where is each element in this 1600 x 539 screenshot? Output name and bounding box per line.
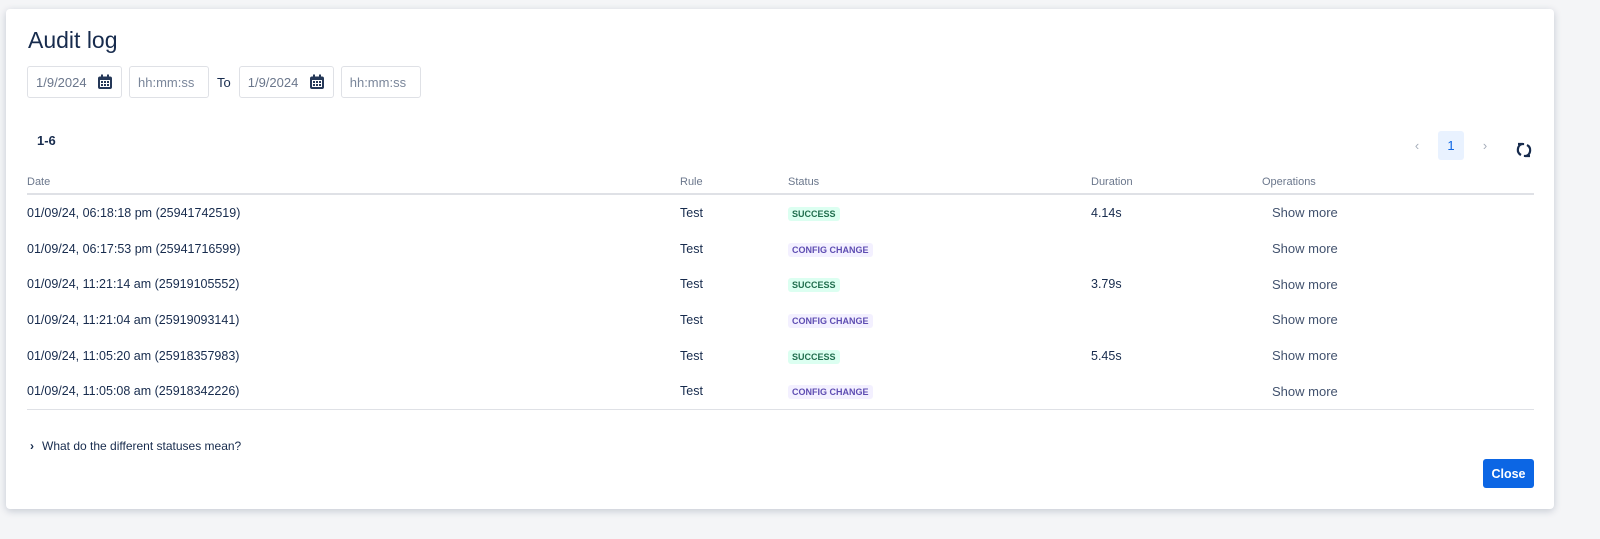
rule-cell: Test	[680, 312, 703, 327]
to-label: To	[217, 74, 231, 90]
date-cell: 01/09/24, 11:21:04 am (25919093141)	[27, 312, 240, 327]
col-rule: Rule	[680, 171, 788, 195]
col-date: Date	[27, 171, 680, 195]
duration-cell	[1091, 302, 1262, 338]
status-help-label: What do the different statuses mean?	[42, 439, 242, 453]
date-cell: 01/09/24, 06:17:53 pm (25941716599)	[27, 241, 241, 256]
calendar-icon[interactable]	[97, 74, 113, 90]
chevron-right-icon: ›	[30, 439, 34, 453]
from-date-input[interactable]: 1/9/2024	[27, 66, 122, 98]
show-more-button[interactable]: Show more	[1262, 312, 1338, 327]
rule-cell: Test	[680, 373, 788, 411]
audit-table: Date Rule Status Duration Operations 01/…	[27, 171, 1534, 411]
show-more-button[interactable]: Show more	[1262, 384, 1338, 399]
date-cell: 01/09/24, 06:18:18 pm (25941742519)	[27, 205, 241, 220]
date-cell: 01/09/24, 11:05:08 am (25918342226)	[27, 373, 680, 411]
table-row: 01/09/24, 11:05:08 am (25918342226) Test…	[27, 373, 1534, 411]
date-cell: 01/09/24, 11:21:14 am (25919105552)	[27, 277, 240, 292]
duration-cell	[1091, 231, 1262, 267]
from-date-value: 1/9/2024	[36, 74, 87, 90]
status-badge: SUCCESS	[788, 349, 840, 364]
to-date-input[interactable]: 1/9/2024	[238, 66, 334, 98]
next-page-button[interactable]: ›	[1472, 131, 1498, 160]
to-time-input[interactable]: hh:mm:ss	[340, 66, 421, 98]
status-badge: SUCCESS	[788, 206, 840, 221]
show-more-button[interactable]: Show more	[1262, 205, 1338, 220]
table-row: 01/09/24, 06:18:18 pm (25941742519) Test…	[27, 194, 1534, 231]
col-operations: Operations	[1262, 171, 1534, 195]
rule-cell: Test	[680, 241, 703, 256]
duration-cell	[1091, 373, 1262, 411]
rule-cell: Test	[680, 277, 703, 292]
prev-page-button[interactable]: ‹	[1404, 131, 1430, 160]
status-badge: CONFIG CHANGE	[788, 242, 873, 257]
page-title: Audit log	[28, 27, 118, 53]
status-help-toggle[interactable]: › What do the different statuses mean?	[30, 439, 241, 453]
status-badge: SUCCESS	[788, 278, 840, 293]
result-range: 1-6	[37, 133, 56, 148]
show-more-button[interactable]: Show more	[1262, 241, 1338, 256]
col-duration: Duration	[1091, 171, 1262, 195]
from-time-input[interactable]: hh:mm:ss	[129, 66, 209, 98]
refresh-icon[interactable]	[1514, 140, 1534, 160]
duration-cell: 4.14s	[1091, 205, 1122, 220]
to-date-value: 1/9/2024	[247, 74, 299, 90]
page-button[interactable]: 1	[1438, 130, 1464, 160]
table-row: 01/09/24, 11:21:04 am (25919093141) Test…	[27, 302, 1534, 338]
show-more-button[interactable]: Show more	[1262, 348, 1338, 363]
close-button[interactable]: Close	[1483, 459, 1534, 488]
table-row: 01/09/24, 11:21:14 am (25919105552) Test…	[27, 266, 1534, 302]
pagination: ‹ 1 ›	[1404, 130, 1534, 160]
duration-cell: 3.79s	[1091, 277, 1122, 292]
rule-cell: Test	[680, 348, 703, 363]
status-badge: CONFIG CHANGE	[788, 313, 873, 328]
from-time-placeholder: hh:mm:ss	[138, 74, 195, 90]
duration-cell: 5.45s	[1091, 348, 1122, 363]
show-more-button[interactable]: Show more	[1262, 277, 1338, 292]
table-row: 01/09/24, 11:05:20 am (25918357983) Test…	[27, 338, 1534, 374]
table-row: 01/09/24, 06:17:53 pm (25941716599) Test…	[27, 231, 1534, 267]
status-badge: CONFIG CHANGE	[788, 385, 873, 400]
audit-log-modal: Audit log 1/9/2024 hh:mm:ss To 1/9/2024 …	[6, 9, 1554, 509]
calendar-icon[interactable]	[309, 74, 325, 90]
col-status: Status	[788, 171, 1091, 195]
date-cell: 01/09/24, 11:05:20 am (25918357983)	[27, 348, 240, 363]
to-time-placeholder: hh:mm:ss	[349, 74, 407, 90]
date-filters: 1/9/2024 hh:mm:ss To 1/9/2024 hh:mm:ss	[27, 66, 421, 98]
rule-cell: Test	[680, 205, 703, 220]
